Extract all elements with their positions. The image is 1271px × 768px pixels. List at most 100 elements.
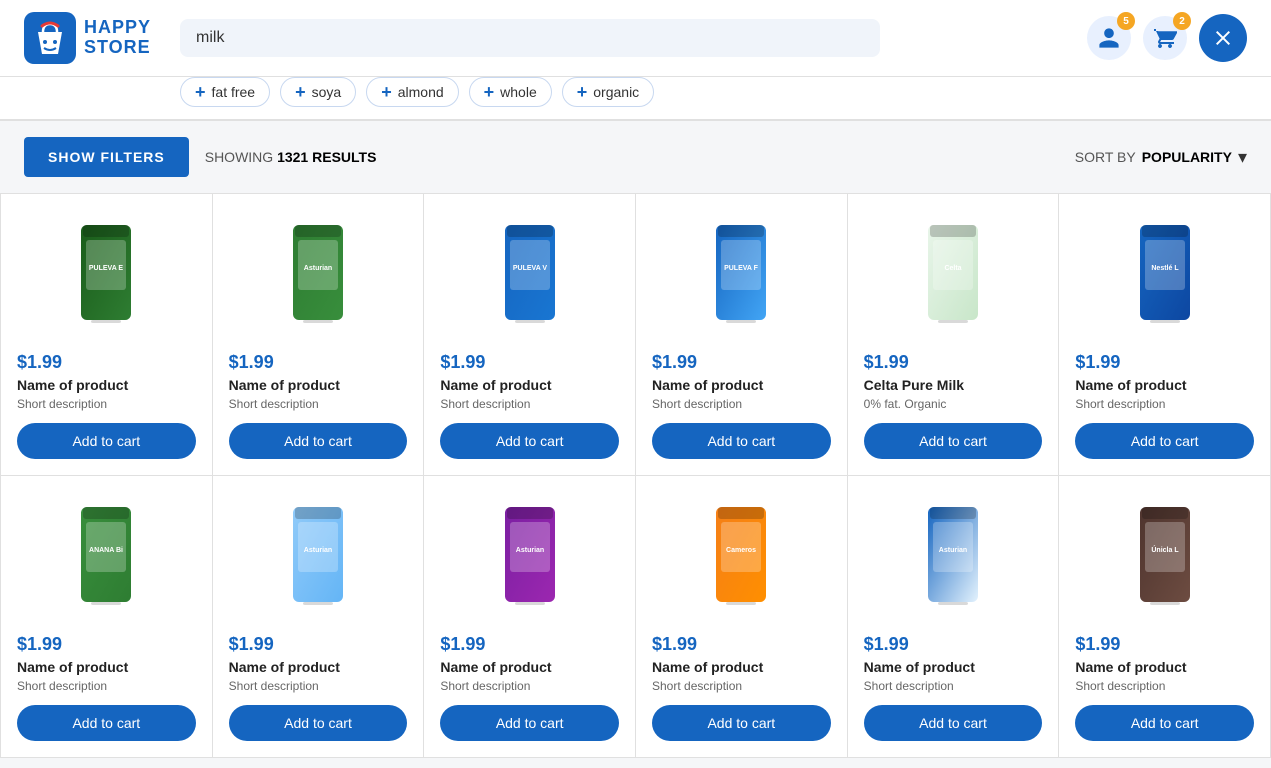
add-to-cart-button[interactable]: Add to cart <box>229 705 408 741</box>
search-bar <box>180 19 880 57</box>
product-desc: Short description <box>229 679 408 693</box>
svg-text:PULEVA F: PULEVA F <box>724 265 759 272</box>
chip-fat-free[interactable]: + fat free <box>180 77 270 107</box>
product-price: $1.99 <box>652 352 831 373</box>
product-name: Name of product <box>229 377 408 393</box>
user-badge: 5 <box>1117 12 1135 30</box>
cart-badge: 2 <box>1173 12 1191 30</box>
close-button[interactable] <box>1199 14 1247 62</box>
product-image: Asturian <box>283 502 353 612</box>
search-input[interactable] <box>196 29 864 47</box>
close-icon <box>1211 26 1235 50</box>
svg-text:PULEVA E: PULEVA E <box>89 265 124 272</box>
product-desc: Short description <box>652 679 831 693</box>
add-to-cart-button[interactable]: Add to cart <box>652 423 831 459</box>
svg-text:Únicla L: Únicla L <box>1151 545 1179 554</box>
product-name: Name of product <box>1075 659 1254 675</box>
chip-organic[interactable]: + organic <box>562 77 654 107</box>
product-image-area: Cameros <box>652 492 831 622</box>
products-grid: PULEVA E $1.99 Name of product Short des… <box>0 193 1271 758</box>
add-to-cart-button[interactable]: Add to cart <box>17 423 196 459</box>
user-button[interactable]: 5 <box>1087 16 1131 60</box>
product-image: Asturian <box>495 502 565 612</box>
logo-text: HAPPY STORE <box>84 18 151 58</box>
logo-happy: HAPPY <box>84 18 151 38</box>
svg-text:Asturian: Asturian <box>515 547 543 554</box>
sort-selector[interactable]: SORT BY POPULARITY ▾ <box>1075 147 1247 168</box>
product-image-area: Nestlé L <box>1075 210 1254 340</box>
product-image-area: PULEVA V <box>440 210 619 340</box>
product-price: $1.99 <box>229 352 408 373</box>
svg-text:Asturian: Asturian <box>939 547 967 554</box>
product-image: Cameros <box>706 502 776 612</box>
add-to-cart-button[interactable]: Add to cart <box>1075 705 1254 741</box>
product-name: Name of product <box>864 659 1043 675</box>
chip-almond[interactable]: + almond <box>366 77 458 107</box>
product-price: $1.99 <box>440 634 619 655</box>
svg-text:Nestlé L: Nestlé L <box>1151 265 1179 272</box>
svg-text:PULEVA V: PULEVA V <box>513 265 548 272</box>
logo: HAPPY STORE <box>24 12 164 64</box>
product-name: Name of product <box>440 659 619 675</box>
product-image: ANANA Bi <box>71 502 141 612</box>
product-name: Name of product <box>1075 377 1254 393</box>
showing-label: SHOWING <box>205 149 273 165</box>
add-to-cart-button[interactable]: Add to cart <box>440 423 619 459</box>
product-name: Name of product <box>652 377 831 393</box>
add-to-cart-button[interactable]: Add to cart <box>17 705 196 741</box>
product-price: $1.99 <box>229 634 408 655</box>
chip-whole-label: whole <box>500 84 537 100</box>
product-name: Celta Pure Milk <box>864 377 1043 393</box>
cart-icon <box>1153 26 1177 50</box>
product-image: PULEVA V <box>495 220 565 330</box>
product-desc: Short description <box>440 397 619 411</box>
results-text: SHOWING 1321 RESULTS <box>205 149 377 165</box>
product-image: PULEVA F <box>706 220 776 330</box>
product-image: Celta <box>918 220 988 330</box>
results-count: 1321 <box>277 149 308 165</box>
product-card: Nestlé L $1.99 Name of product Short des… <box>1059 194 1271 476</box>
add-to-cart-button[interactable]: Add to cart <box>229 423 408 459</box>
header: HAPPY STORE 5 2 <box>0 0 1271 77</box>
product-name: Name of product <box>652 659 831 675</box>
product-price: $1.99 <box>1075 634 1254 655</box>
add-to-cart-button[interactable]: Add to cart <box>864 423 1043 459</box>
product-image-area: Asturian <box>229 210 408 340</box>
product-desc: Short description <box>17 679 196 693</box>
add-to-cart-button[interactable]: Add to cart <box>1075 423 1254 459</box>
chip-fat-free-label: fat free <box>212 84 256 100</box>
product-card: Asturian $1.99 Name of product Short des… <box>424 476 636 758</box>
product-image: Asturian <box>918 502 988 612</box>
product-image-area: PULEVA E <box>17 210 196 340</box>
show-filters-button[interactable]: SHOW FILTERS <box>24 137 189 177</box>
add-to-cart-button[interactable]: Add to cart <box>864 705 1043 741</box>
product-image-area: Asturian <box>229 492 408 622</box>
product-name: Name of product <box>17 659 196 675</box>
svg-text:ANANA Bi: ANANA Bi <box>89 547 123 554</box>
product-desc: Short description <box>1075 397 1254 411</box>
svg-text:Celta: Celta <box>944 265 961 272</box>
cart-button[interactable]: 2 <box>1143 16 1187 60</box>
add-to-cart-button[interactable]: Add to cart <box>652 705 831 741</box>
product-desc: Short description <box>1075 679 1254 693</box>
chip-whole[interactable]: + whole <box>469 77 552 107</box>
logo-icon <box>24 12 76 64</box>
product-image-area: ANANA Bi <box>17 492 196 622</box>
product-image: Únicla L <box>1130 502 1200 612</box>
suggestions-area: + fat free + soya + almond + whole + org… <box>0 77 1271 121</box>
chevron-down-icon: ▾ <box>1238 147 1247 168</box>
svg-text:Asturian: Asturian <box>304 547 332 554</box>
product-image: Asturian <box>283 220 353 330</box>
chip-soya[interactable]: + soya <box>280 77 356 107</box>
product-price: $1.99 <box>440 352 619 373</box>
svg-text:Cameros: Cameros <box>726 547 756 554</box>
results-label: RESULTS <box>312 149 376 165</box>
chip-organic-label: organic <box>593 84 639 100</box>
add-to-cart-button[interactable]: Add to cart <box>440 705 619 741</box>
logo-store: STORE <box>84 38 151 58</box>
product-card: Asturian $1.99 Name of product Short des… <box>213 476 425 758</box>
product-price: $1.99 <box>864 634 1043 655</box>
product-card: Asturian $1.99 Name of product Short des… <box>213 194 425 476</box>
product-image-area: Únicla L <box>1075 492 1254 622</box>
product-card: Únicla L $1.99 Name of product Short des… <box>1059 476 1271 758</box>
